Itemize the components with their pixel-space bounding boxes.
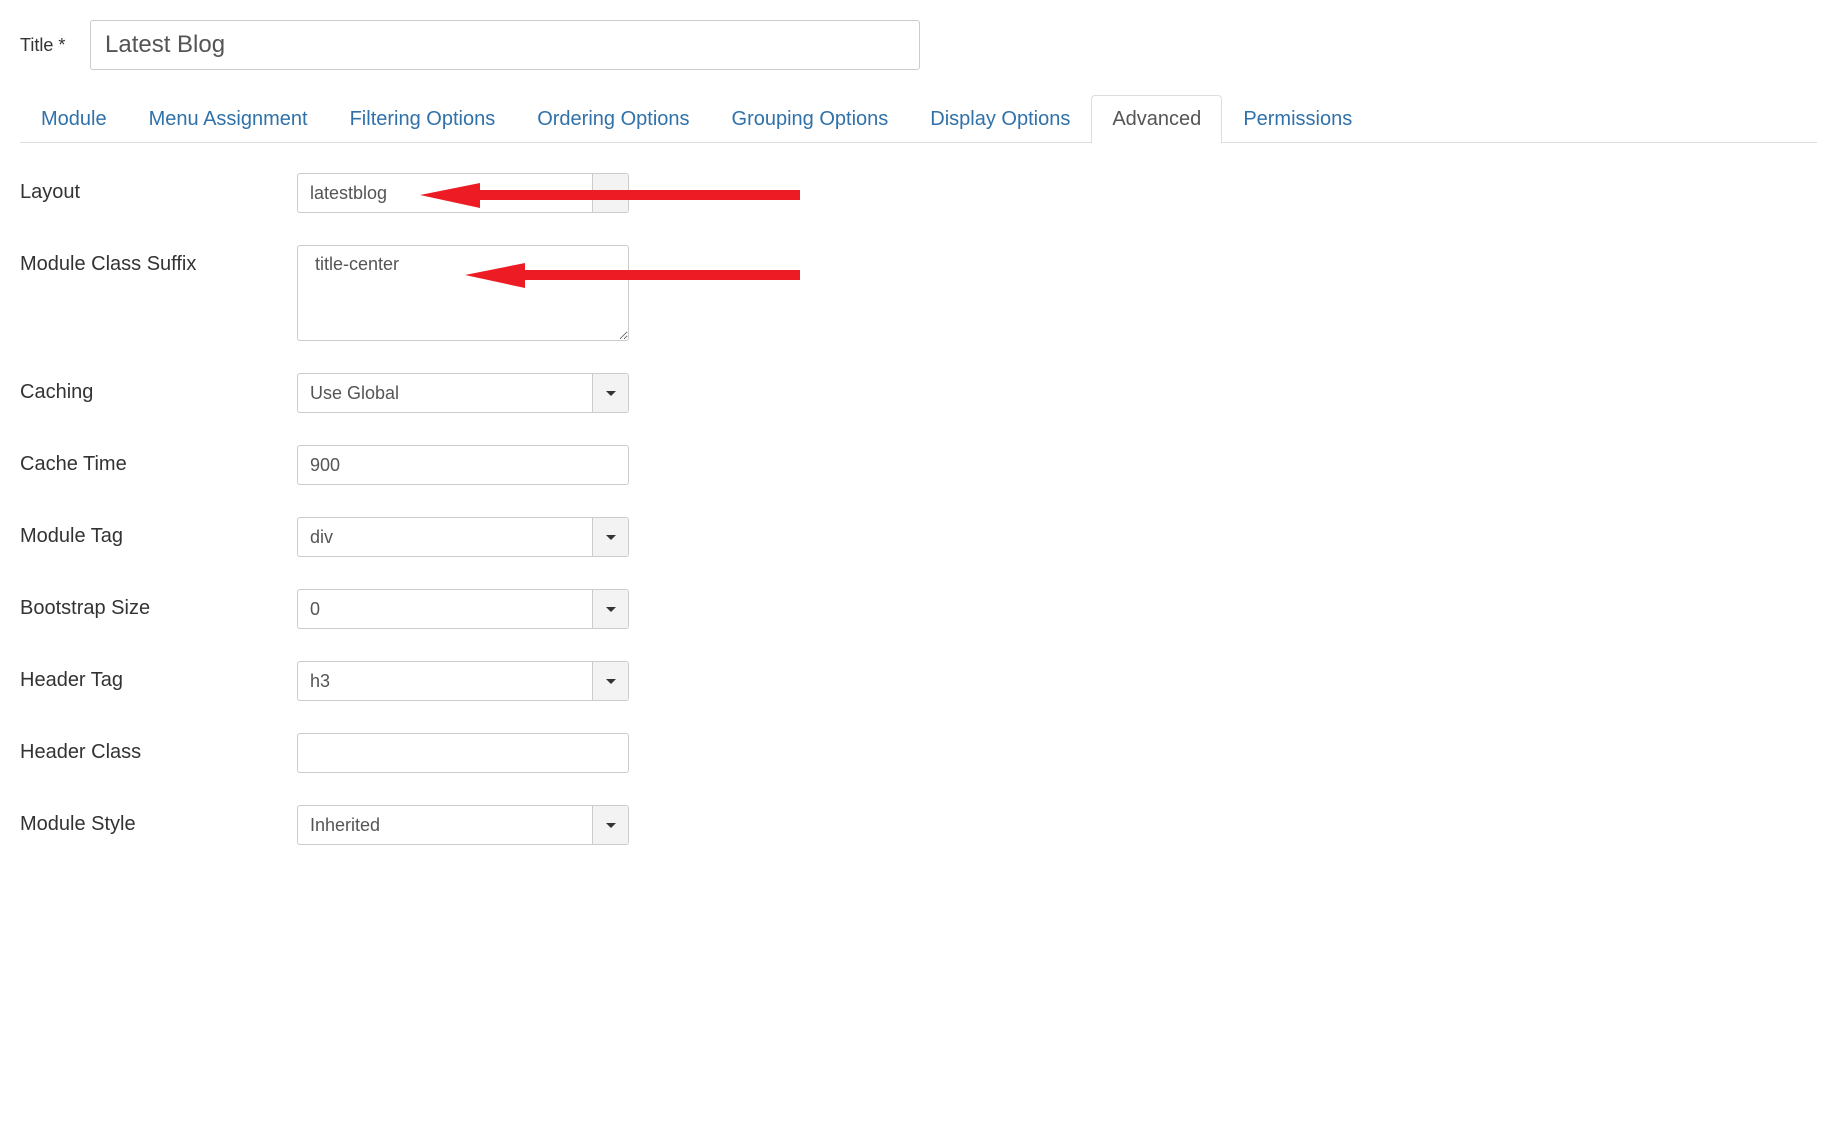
select-bootstrap-size[interactable]: 0	[297, 589, 629, 629]
title-input[interactable]	[90, 20, 920, 70]
label-caching: Caching	[20, 373, 297, 404]
title-row: Title *	[20, 20, 1817, 70]
tab-grouping-options[interactable]: Grouping Options	[711, 95, 910, 143]
advanced-form: Layout latestblog Module Class Suffix Ca…	[20, 173, 1817, 845]
select-module-tag[interactable]: div	[297, 517, 629, 557]
label-module-tag: Module Tag	[20, 517, 297, 548]
tab-advanced[interactable]: Advanced	[1091, 95, 1222, 143]
tab-menu-assignment[interactable]: Menu Assignment	[128, 95, 329, 143]
select-caching-value: Use Global	[298, 374, 592, 412]
row-header-class: Header Class	[20, 733, 1817, 773]
input-header-class[interactable]	[297, 733, 629, 773]
select-caching[interactable]: Use Global	[297, 373, 629, 413]
tab-filtering-options[interactable]: Filtering Options	[329, 95, 517, 143]
row-header-tag: Header Tag h3	[20, 661, 1817, 701]
select-module-tag-value: div	[298, 518, 592, 556]
tab-display-options[interactable]: Display Options	[909, 95, 1091, 143]
label-layout: Layout	[20, 173, 297, 204]
tab-ordering-options[interactable]: Ordering Options	[516, 95, 710, 143]
input-cache-time[interactable]	[297, 445, 629, 485]
label-cache-time: Cache Time	[20, 445, 297, 476]
tab-permissions[interactable]: Permissions	[1222, 95, 1373, 143]
row-module-tag: Module Tag div	[20, 517, 1817, 557]
row-module-class-suffix: Module Class Suffix	[20, 245, 1817, 341]
label-header-class: Header Class	[20, 733, 297, 764]
chevron-down-icon	[592, 518, 628, 556]
select-layout[interactable]: latestblog	[297, 173, 629, 213]
row-cache-time: Cache Time	[20, 445, 1817, 485]
row-caching: Caching Use Global	[20, 373, 1817, 413]
row-layout: Layout latestblog	[20, 173, 1817, 213]
textarea-module-class-suffix[interactable]	[297, 245, 629, 341]
select-module-style[interactable]: Inherited	[297, 805, 629, 845]
chevron-down-icon	[592, 662, 628, 700]
chevron-down-icon	[592, 374, 628, 412]
select-module-style-value: Inherited	[298, 806, 592, 844]
select-layout-value: latestblog	[298, 174, 592, 212]
select-header-tag[interactable]: h3	[297, 661, 629, 701]
label-module-style: Module Style	[20, 805, 297, 836]
chevron-down-icon	[592, 590, 628, 628]
select-bootstrap-size-value: 0	[298, 590, 592, 628]
row-bootstrap-size: Bootstrap Size 0	[20, 589, 1817, 629]
row-module-style: Module Style Inherited	[20, 805, 1817, 845]
tab-module[interactable]: Module	[20, 95, 128, 143]
label-module-class-suffix: Module Class Suffix	[20, 245, 297, 276]
chevron-down-icon	[592, 174, 628, 212]
chevron-down-icon	[592, 806, 628, 844]
label-header-tag: Header Tag	[20, 661, 297, 692]
label-bootstrap-size: Bootstrap Size	[20, 589, 297, 620]
title-label: Title *	[20, 35, 90, 56]
tabs: Module Menu Assignment Filtering Options…	[20, 95, 1817, 143]
select-header-tag-value: h3	[298, 662, 592, 700]
